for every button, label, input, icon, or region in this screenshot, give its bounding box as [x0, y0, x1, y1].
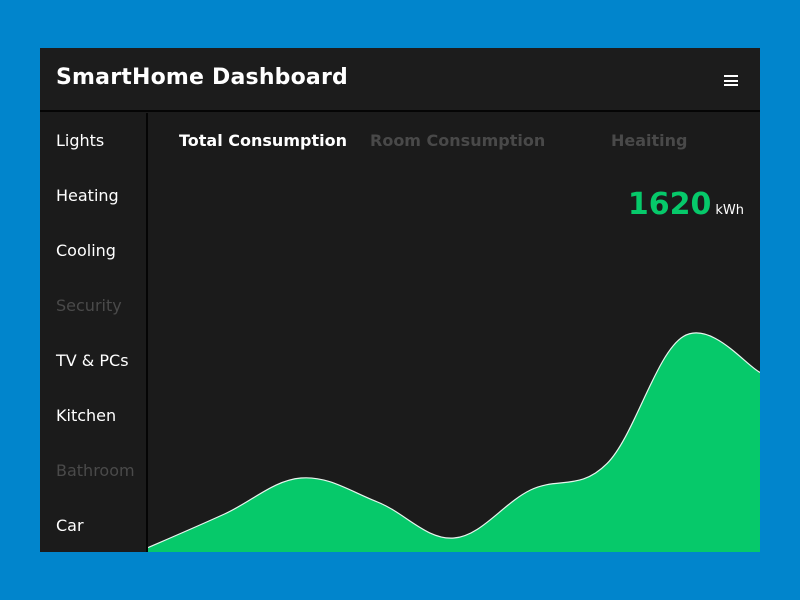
total-consumption-reading: 1620 kWh	[628, 187, 744, 222]
tab-total-consumption[interactable]: Total Consumption	[179, 131, 347, 150]
consumption-value: 1620	[627, 187, 712, 222]
menu-icon-line	[724, 75, 738, 77]
menu-icon-line	[724, 84, 738, 86]
dashboard-window: SmartHome Dashboard Lights Heating Cooli…	[40, 48, 760, 552]
sidebar-item-tv-pcs[interactable]: TV & PCs	[56, 351, 129, 370]
main-panel: Total Consumption Room Consumption Heait…	[148, 113, 760, 552]
sidebar: Lights Heating Cooling Security TV & PCs…	[40, 113, 148, 552]
consumption-unit: kWh	[715, 203, 744, 218]
consumption-area-chart	[148, 332, 760, 552]
menu-icon-line	[724, 79, 738, 82]
sidebar-item-heating[interactable]: Heating	[56, 186, 119, 205]
sidebar-item-cooling[interactable]: Cooling	[56, 241, 116, 260]
sidebar-item-kitchen[interactable]: Kitchen	[56, 406, 116, 425]
tab-room-consumption[interactable]: Room Consumption	[370, 131, 545, 150]
header-bar: SmartHome Dashboard	[40, 48, 760, 112]
tab-heating[interactable]: Heaiting	[611, 131, 688, 150]
app-title: SmartHome Dashboard	[56, 65, 348, 90]
hamburger-menu-icon[interactable]	[724, 75, 738, 86]
consumption-area	[148, 332, 760, 552]
sidebar-item-security[interactable]: Security	[56, 296, 122, 315]
sidebar-item-bathroom[interactable]: Bathroom	[56, 461, 135, 480]
sidebar-item-car[interactable]: Car	[56, 516, 84, 535]
sidebar-item-lights[interactable]: Lights	[56, 131, 104, 150]
